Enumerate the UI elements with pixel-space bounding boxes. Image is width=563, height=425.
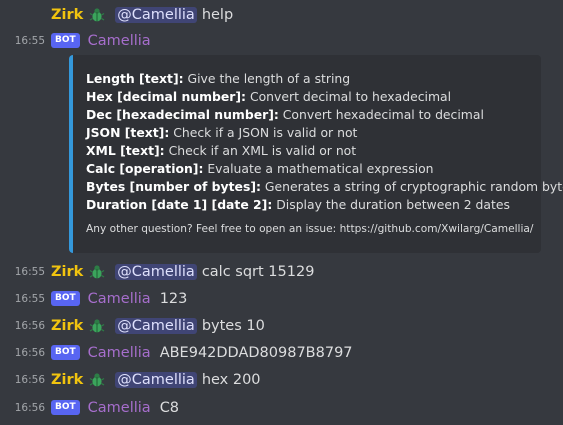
bot-badge: BOT	[51, 400, 80, 415]
command-name: Dec [hexadecimal number]:	[86, 107, 279, 122]
mention[interactable]: @Camellia	[115, 371, 197, 388]
author-name[interactable]: Camellia	[88, 291, 151, 307]
embed-line: Hex [decimal number]: Convert decimal to…	[86, 88, 527, 106]
author-name[interactable]: Zirk	[51, 372, 83, 388]
command-name: XML [text]:	[86, 143, 165, 158]
embed-line: Duration [date 1] [date 2]: Display the …	[86, 196, 527, 214]
command-desc: Convert decimal to hexadecimal	[246, 89, 452, 104]
message-user: Zirk @Camellia help	[0, 1, 563, 28]
message-bot: 16:56 BOT Camellia C8	[0, 394, 563, 421]
message-bot: 16:55 BOT Camellia	[0, 27, 563, 54]
command-name: Bytes [number of bytes]:	[86, 179, 261, 194]
command-name: Calc [operation]:	[86, 161, 204, 176]
message-text: hex 200	[201, 371, 261, 388]
command-name: JSON [text]:	[86, 125, 170, 140]
bot-badge: BOT	[51, 345, 80, 360]
message-text: help	[201, 6, 234, 23]
bot-badge: BOT	[51, 33, 80, 48]
chat-log: Zirk @Camellia help 16:55 BOT Camellia L…	[0, 0, 563, 425]
timestamp: 16:56	[14, 346, 45, 359]
embed-line: Length [text]: Give the length of a stri…	[86, 70, 527, 88]
command-desc: Convert hexadecimal to decimal	[278, 107, 484, 122]
embed-line: Calc [operation]: Evaluate a mathematica…	[86, 160, 527, 178]
author-name[interactable]: Zirk	[51, 318, 83, 334]
message-text: C8	[159, 399, 180, 416]
timestamp: 16:56	[14, 319, 45, 332]
mention[interactable]: @Camellia	[115, 6, 197, 23]
command-desc: Generates a string of cryptographic rand…	[260, 179, 563, 194]
bug-icon	[89, 7, 105, 21]
command-name: Hex [decimal number]:	[86, 89, 246, 104]
message-bot: 16:55 BOT Camellia 123	[0, 285, 563, 312]
bot-badge: BOT	[51, 291, 80, 306]
author-name[interactable]: Zirk	[51, 7, 83, 23]
author-name[interactable]: Camellia	[88, 345, 151, 361]
embed-line: Bytes [number of bytes]: Generates a str…	[86, 178, 563, 196]
embed-line: JSON [text]: Check if a JSON is valid or…	[86, 124, 527, 142]
help-embed: Length [text]: Give the length of a stri…	[69, 55, 563, 253]
message-user: 16:56 Zirk @Camellia hex 200	[0, 366, 563, 393]
embed-footer: Any other question? Feel free to open an…	[86, 223, 534, 235]
command-desc: Display the duration between 2 dates	[272, 197, 510, 212]
message-bot: 16:56 BOT Camellia ABE942DDAD80987B8797	[0, 339, 563, 366]
timestamp: 16:56	[14, 401, 45, 414]
message-user: 16:56 Zirk @Camellia bytes 10	[0, 312, 563, 339]
embed-line: XML [text]: Check if an XML is valid or …	[86, 142, 527, 160]
embed-line: Dec [hexadecimal number]: Convert hexade…	[86, 106, 527, 124]
author-name[interactable]: Camellia	[88, 33, 151, 49]
mention[interactable]: @Camellia	[115, 317, 197, 334]
bug-icon	[89, 318, 105, 332]
command-name: Duration [date 1] [date 2]:	[86, 197, 273, 212]
timestamp: 16:55	[14, 292, 45, 305]
command-desc: Check if an XML is valid or not	[164, 143, 357, 158]
command-name: Length [text]:	[86, 71, 184, 86]
bug-icon	[89, 372, 105, 386]
command-desc: Evaluate a mathematical expression	[203, 161, 434, 176]
timestamp: 16:56	[14, 373, 45, 386]
mention[interactable]: @Camellia	[115, 263, 197, 280]
message-text: ABE942DDAD80987B8797	[159, 344, 353, 361]
author-name[interactable]: Zirk	[51, 264, 83, 280]
command-desc: Give the length of a string	[183, 71, 351, 86]
message-text: calc sqrt 15129	[201, 263, 315, 280]
timestamp: 16:55	[14, 265, 45, 278]
message-text: 123	[159, 290, 188, 307]
timestamp: 16:55	[14, 34, 45, 47]
message-user: 16:55 Zirk @Camellia calc sqrt 15129	[0, 258, 563, 285]
command-desc: Check if a JSON is valid or not	[169, 125, 358, 140]
message-text: bytes 10	[201, 317, 265, 334]
author-name[interactable]: Camellia	[88, 400, 151, 416]
bug-icon	[89, 264, 105, 278]
